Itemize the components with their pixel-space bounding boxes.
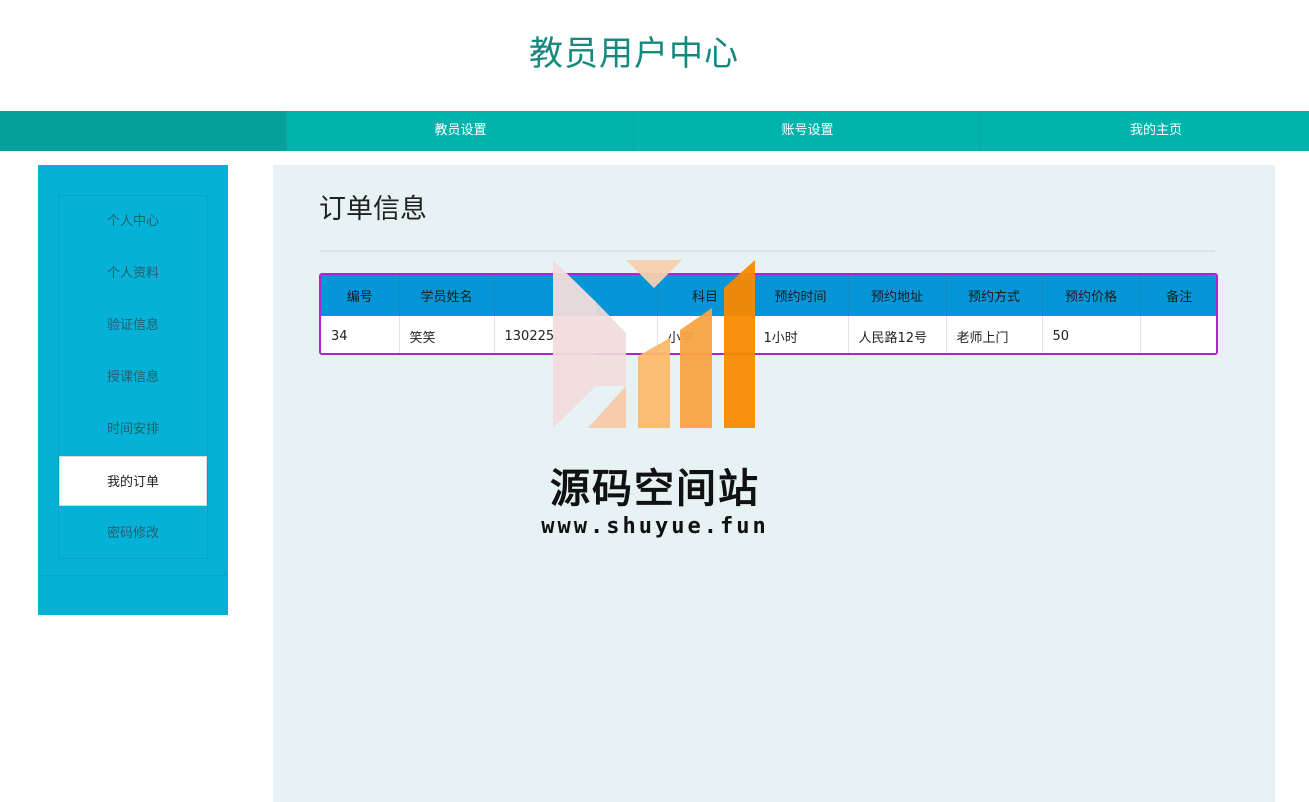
nav-item-my-homepage[interactable]: 我的主页 xyxy=(980,111,1309,151)
sidebar-divider xyxy=(38,575,228,576)
nav-item-account-settings[interactable]: 账号设置 xyxy=(633,111,981,151)
sidebar: 个人中心 个人资料 验证信息 授课信息 时间安排 我的订单 密码修改 xyxy=(38,165,228,615)
column-header: 预约时间 xyxy=(753,275,849,316)
table-cell: 50 xyxy=(1042,316,1141,353)
sidebar-item-teaching-info[interactable]: 授课信息 xyxy=(59,352,207,402)
section-heading: 订单信息 xyxy=(319,194,427,225)
top-nav-left-block xyxy=(0,111,286,151)
table-cell: 人民路12号 xyxy=(848,316,947,353)
column-header: 预约方式 xyxy=(946,275,1043,316)
table-cell: 34 xyxy=(321,316,400,353)
table-cell: 130225 xyxy=(494,316,658,353)
orders-table: 编号 学员姓名 科目 预约时间 预约地址 预约方式 预约价格 备注 34 笑笑 … xyxy=(321,275,1216,353)
main-content: 订单信息 编号 学员姓名 科目 预约时间 预约地址 预约方式 预约价格 备注 3… xyxy=(273,165,1275,802)
table-header-row: 编号 学员姓名 科目 预约时间 预约地址 预约方式 预约价格 备注 xyxy=(321,275,1216,316)
table-row[interactable]: 34 笑笑 130225 小学 1小时 人民路12号 老师上门 50 xyxy=(321,316,1216,353)
table-cell: 笑笑 xyxy=(399,316,495,353)
column-header: 备注 xyxy=(1140,275,1216,316)
column-header: 科目 xyxy=(657,275,754,316)
table-cell: 1小时 xyxy=(753,316,849,353)
table-cell: 老师上门 xyxy=(946,316,1043,353)
column-header: 预约地址 xyxy=(848,275,947,316)
sidebar-item-schedule[interactable]: 时间安排 xyxy=(59,404,207,454)
table-cell xyxy=(1140,316,1216,353)
column-header xyxy=(494,275,658,316)
sidebar-menu: 个人中心 个人资料 验证信息 授课信息 时间安排 我的订单 密码修改 xyxy=(58,195,208,559)
sidebar-item-personal-profile[interactable]: 个人资料 xyxy=(59,248,207,298)
page-title: 教员用户中心 xyxy=(529,34,739,74)
column-header: 编号 xyxy=(321,275,400,316)
top-navigation: 教员设置 账号设置 我的主页 xyxy=(0,111,1309,151)
column-header: 预约价格 xyxy=(1042,275,1141,316)
table-cell: 小学 xyxy=(657,316,754,353)
orders-table-container: 编号 学员姓名 科目 预约时间 预约地址 预约方式 预约价格 备注 34 笑笑 … xyxy=(319,273,1218,355)
column-header: 学员姓名 xyxy=(399,275,495,316)
sidebar-item-verification[interactable]: 验证信息 xyxy=(59,300,207,350)
sidebar-item-change-password[interactable]: 密码修改 xyxy=(59,508,207,558)
heading-divider xyxy=(319,250,1215,252)
sidebar-item-my-orders[interactable]: 我的订单 xyxy=(59,456,207,506)
sidebar-item-personal-center[interactable]: 个人中心 xyxy=(59,196,207,246)
nav-item-teacher-settings[interactable]: 教员设置 xyxy=(286,111,634,151)
